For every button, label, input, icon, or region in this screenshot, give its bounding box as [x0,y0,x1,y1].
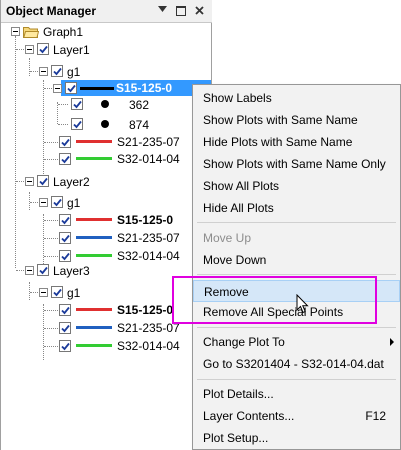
plot6-checkbox[interactable] [59,250,71,262]
layer1-checkbox[interactable] [37,43,49,55]
line-swatch-green [76,157,112,160]
layer-contents-shortcut: F12 [365,409,386,423]
dropdown-arrow-icon[interactable] [155,3,170,18]
plot7-checkbox[interactable] [59,304,71,316]
mouse-pointer-icon [296,294,309,314]
layer1-label[interactable]: Layer1 [53,43,90,57]
panel-titlebar: Object Manager [1,0,212,23]
object-manager-panel: Object Manager Graph1 Layer1 g1 S15-125-… [0,0,212,450]
point-label-874[interactable]: 874 [129,118,149,132]
menu-item-move-down[interactable]: Move Down [193,249,400,271]
line-swatch-red [76,140,112,143]
line-swatch-black [80,87,114,90]
menu-item-show-same-name[interactable]: Show Plots with Same Name [193,109,400,131]
menu-separator [197,222,396,223]
plot9-checkbox[interactable] [59,340,71,352]
plot3-checkbox[interactable] [59,153,71,165]
menu-separator [197,274,396,275]
menu-item-layer-contents[interactable]: Layer Contents... F12 [193,405,400,427]
line-swatch-blue [76,326,112,329]
layer2-collapse-toggle[interactable] [25,177,34,186]
plot8-checkbox[interactable] [59,322,71,334]
line-swatch-red [76,218,112,221]
menu-item-plot-setup[interactable]: Plot Setup... [193,427,400,449]
plot8-label[interactable]: S21-235-07 [117,321,180,335]
group3-label[interactable]: g1 [67,286,80,300]
menu-item-show-labels[interactable]: Show Labels [193,87,400,109]
plot9-label[interactable]: S32-014-04 [117,339,180,353]
plot6-label[interactable]: S32-014-04 [117,249,180,263]
layer3-checkbox[interactable] [37,264,49,276]
layer2-label[interactable]: Layer2 [53,175,90,189]
menu-separator [197,379,396,380]
plot1-checkbox[interactable] [65,82,77,94]
layer3-collapse-toggle[interactable] [25,266,34,275]
menu-item-plot-details[interactable]: Plot Details... [193,383,400,405]
line-swatch-green [76,344,112,347]
menu-item-move-up: Move Up [203,231,252,245]
folder-open-icon [23,27,39,38]
group1-checkbox[interactable] [51,65,63,77]
group3-collapse-toggle[interactable] [39,288,48,297]
group1-collapse-toggle[interactable] [39,67,48,76]
plot-label-selected: S15-125-0 [116,81,173,95]
menu-item-hide-same-name[interactable]: Hide Plots with Same Name [193,131,400,153]
highlight-annotation-box [172,276,377,324]
plot4-label[interactable]: S15-125-0 [117,213,173,227]
point-marker-icon [101,100,109,108]
menu-item-show-same-name-only[interactable]: Show Plots with Same Name Only [193,153,400,175]
point-marker-icon [101,120,109,128]
line-swatch-blue [76,236,112,239]
menu-item-hide-all[interactable]: Hide All Plots [193,197,400,219]
layer3-label[interactable]: Layer3 [53,264,90,278]
submenu-arrow-icon [390,338,394,346]
point-874-checkbox[interactable] [71,118,83,130]
plot7-label[interactable]: S15-125-0 [117,303,173,317]
graph1-label[interactable]: Graph1 [43,25,83,39]
menu-item-go-to-dataset[interactable]: Go to S3201404 - S32-014-04.dat [193,353,400,375]
panel-title: Object Manager [6,4,97,18]
plot3-label[interactable]: S32-014-04 [117,152,180,166]
point-362-checkbox[interactable] [71,98,83,110]
line-swatch-green [76,254,112,257]
group2-collapse-toggle[interactable] [39,198,48,207]
group1-label[interactable]: g1 [67,65,80,79]
plot2-checkbox[interactable] [59,136,71,148]
layer1-collapse-toggle[interactable] [25,45,34,54]
menu-item-show-all[interactable]: Show All Plots [193,175,400,197]
context-menu: Show Labels Show Plots with Same Name Hi… [192,84,401,450]
plot2-label[interactable]: S21-235-07 [117,135,180,149]
group3-checkbox[interactable] [51,286,63,298]
plot4-checkbox[interactable] [59,214,71,226]
plot5-checkbox[interactable] [59,232,71,244]
plot5-label[interactable]: S21-235-07 [117,231,180,245]
plot1-collapse-toggle[interactable] [53,84,62,93]
close-icon[interactable] [192,3,207,18]
menu-separator [197,327,396,328]
graph1-collapse-toggle[interactable] [11,27,20,36]
point-label-362[interactable]: 362 [129,98,149,112]
maximize-icon[interactable] [173,3,188,18]
group2-label[interactable]: g1 [67,196,80,210]
object-tree: Graph1 Layer1 g1 S15-125-0 362 874 S21-2… [1,22,212,450]
line-swatch-red [76,308,112,311]
layer2-checkbox[interactable] [37,175,49,187]
menu-item-change-plot-to[interactable]: Change Plot To [193,331,400,353]
group2-checkbox[interactable] [51,196,63,208]
